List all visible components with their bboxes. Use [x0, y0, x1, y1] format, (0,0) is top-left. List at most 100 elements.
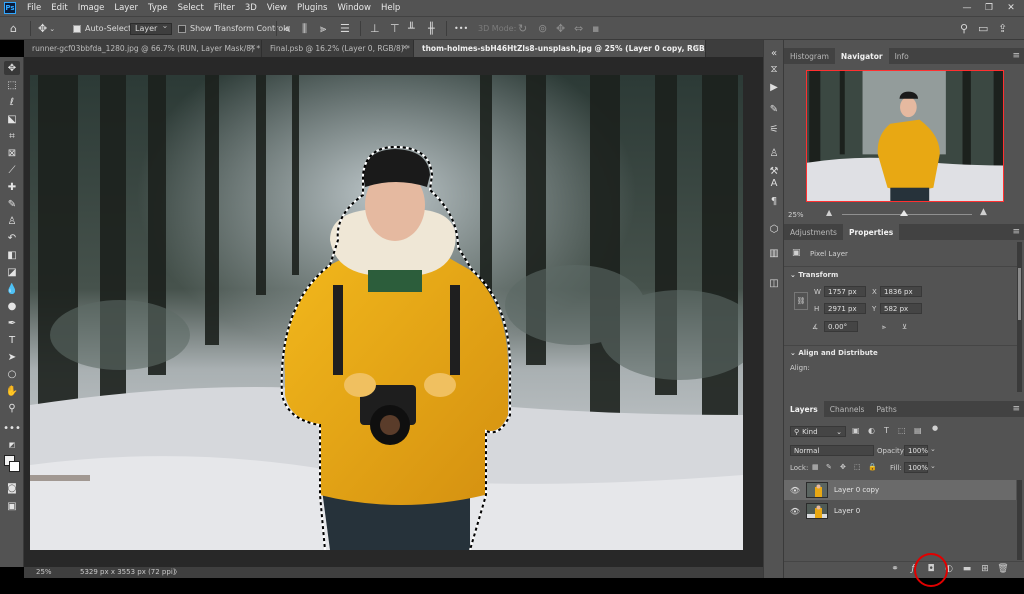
default-colors-icon[interactable]: ◩: [4, 440, 20, 450]
dodge-tool-icon[interactable]: ●: [4, 299, 20, 313]
history-brush-tool-icon[interactable]: ↶: [4, 231, 20, 245]
align-bottom-icon[interactable]: ⊥: [370, 17, 380, 40]
menu-select[interactable]: Select: [173, 3, 209, 13]
menu-help[interactable]: Help: [376, 3, 405, 13]
gradient-tool-icon[interactable]: ◪: [4, 265, 20, 279]
filter-adjustment-icon[interactable]: ◐: [868, 426, 875, 435]
layer-row-layer-0-copy[interactable]: 👁 Layer 0 copy: [784, 480, 1016, 500]
x-field[interactable]: 1836 px: [880, 286, 922, 297]
flip-vertical-icon[interactable]: ⊻: [902, 323, 907, 331]
filter-kind-dropdown[interactable]: ⚲ Kind ⌄: [790, 426, 846, 437]
move-tool-icon[interactable]: ✥: [4, 61, 20, 75]
tab-navigator[interactable]: Navigator: [834, 48, 889, 64]
properties-scroll-thumb[interactable]: [1018, 268, 1021, 320]
character-icon[interactable]: A: [767, 176, 781, 190]
type-tool-icon[interactable]: T: [4, 333, 20, 347]
close-tab-icon[interactable]: ✕: [693, 43, 700, 52]
lock-position-icon[interactable]: ✥: [840, 463, 846, 471]
fill-field[interactable]: 100%: [904, 462, 928, 473]
align-section-toggle[interactable]: ⌄ Align and Distribute: [790, 349, 878, 357]
canvas-area[interactable]: [24, 57, 763, 567]
distribute-vertical-icon[interactable]: ⊤: [390, 17, 400, 40]
trash-icon[interactable]: 🗑: [996, 562, 1010, 576]
menu-file[interactable]: File: [22, 3, 46, 13]
y-field[interactable]: 582 px: [880, 303, 922, 314]
auto-select-value[interactable]: Layer: [130, 21, 173, 35]
align-left-icon[interactable]: ⫷: [284, 17, 290, 40]
navigator-zoom-value[interactable]: 25%: [788, 211, 804, 219]
close-tab-icon[interactable]: ✕: [401, 43, 408, 52]
history-icon[interactable]: ⧖: [767, 62, 781, 76]
navigator-preview[interactable]: [806, 70, 1004, 202]
home-icon[interactable]: ⌂: [10, 17, 17, 40]
more-options-button[interactable]: •••: [454, 17, 468, 40]
menu-image[interactable]: Image: [73, 3, 110, 13]
lock-image-icon[interactable]: ✎: [826, 463, 832, 471]
menu-edit[interactable]: Edit: [46, 3, 72, 13]
crop-tool-icon[interactable]: ⌗: [4, 129, 20, 143]
paragraph-icon[interactable]: ¶: [767, 194, 781, 208]
object-selection-tool-icon[interactable]: ⬕: [4, 112, 20, 126]
libraries-icon[interactable]: ◫: [767, 276, 781, 290]
photoshop-logo-icon[interactable]: Ps: [4, 2, 16, 14]
pen-tool-icon[interactable]: ✒: [4, 316, 20, 330]
layer-name[interactable]: Layer 0: [834, 507, 860, 515]
zoom-tool-icon[interactable]: ⚲: [4, 401, 20, 415]
tab-histogram[interactable]: Histogram: [784, 48, 835, 64]
marquee-tool-icon[interactable]: ⬚: [4, 78, 20, 92]
filter-toggle-icon[interactable]: ●: [932, 424, 938, 432]
tab-adjustments[interactable]: Adjustments: [784, 224, 843, 240]
search-icon[interactable]: ⚲: [960, 17, 968, 40]
eyedropper-tool-icon[interactable]: ⟋: [4, 163, 20, 177]
tab-layers[interactable]: Layers: [784, 401, 824, 417]
blend-mode-dropdown[interactable]: Normal: [790, 445, 874, 456]
screen-mode-icon[interactable]: ▣: [4, 499, 20, 513]
move-tool-preset-icon[interactable]: ✥ ⌄: [38, 17, 55, 40]
visibility-eye-icon[interactable]: 👁: [788, 507, 802, 516]
align-right-icon[interactable]: ⫸: [320, 17, 326, 40]
frame-tool-icon[interactable]: ⊠: [4, 146, 20, 160]
group-folder-icon[interactable]: ▬: [960, 562, 974, 576]
align-center-icon[interactable]: ⫼: [302, 17, 307, 40]
share-icon[interactable]: ⇪: [998, 17, 1007, 40]
healing-brush-tool-icon[interactable]: ✚: [4, 180, 20, 194]
distribute-bottom-icon[interactable]: ╨: [408, 17, 415, 40]
close-tab-icon[interactable]: ✕: [249, 43, 256, 52]
eraser-tool-icon[interactable]: ◧: [4, 248, 20, 262]
tab-final[interactable]: Final.psb @ 16.2% (Layer 0, RGB/8) * ✕: [262, 40, 414, 57]
width-field[interactable]: 1757 px: [824, 286, 866, 297]
3d-rotate-icon[interactable]: ↻: [518, 17, 527, 40]
clone-stamp-tool-icon[interactable]: ♙: [4, 214, 20, 228]
3d-camera-icon[interactable]: ▪: [592, 17, 599, 40]
filter-smart-object-icon[interactable]: ▤: [914, 426, 922, 435]
layers-scrollbar[interactable]: [1017, 480, 1022, 560]
edit-toolbar-icon[interactable]: •••: [3, 421, 21, 435]
tab-info[interactable]: Info: [889, 48, 915, 64]
tab-channels[interactable]: Channels: [824, 401, 871, 417]
3d-roll-icon[interactable]: ⊚: [538, 17, 547, 40]
tab-properties[interactable]: Properties: [842, 224, 900, 240]
zoom-out-icon[interactable]: ▲: [826, 208, 832, 217]
menu-plugins[interactable]: Plugins: [292, 3, 332, 13]
zoom-level[interactable]: 25%: [36, 568, 52, 576]
lock-artboard-icon[interactable]: ⬚: [854, 463, 861, 471]
quick-mask-icon[interactable]: ◙: [4, 481, 20, 495]
new-layer-icon[interactable]: ⊞: [978, 562, 992, 576]
link-proportions-icon[interactable]: ⛓: [794, 292, 808, 310]
actions-play-icon[interactable]: ▶: [767, 80, 781, 94]
visibility-eye-icon[interactable]: 👁: [788, 486, 802, 495]
auto-select-dropdown[interactable]: Layer: [130, 17, 173, 40]
filter-shape-icon[interactable]: ⬚: [898, 426, 906, 435]
hand-tool-icon[interactable]: ✋: [4, 384, 20, 398]
align-top-icon[interactable]: ☰: [340, 17, 350, 40]
height-field[interactable]: 2971 px: [824, 303, 866, 314]
path-selection-tool-icon[interactable]: ➤: [4, 350, 20, 364]
tab-runner[interactable]: runner-gcf03bbfda_1280.jpg @ 66.7% (RUN,…: [24, 40, 262, 57]
filter-type-icon[interactable]: T: [884, 426, 889, 435]
menu-layer[interactable]: Layer: [109, 3, 143, 13]
brush-settings-icon[interactable]: ✎: [767, 102, 781, 116]
layer-name[interactable]: Layer 0 copy: [834, 486, 879, 494]
show-transform-checkbox[interactable]: Show Transform Controls: [178, 17, 290, 40]
zoom-slider-handle[interactable]: [900, 210, 908, 216]
lock-all-icon[interactable]: 🔒: [868, 463, 877, 471]
